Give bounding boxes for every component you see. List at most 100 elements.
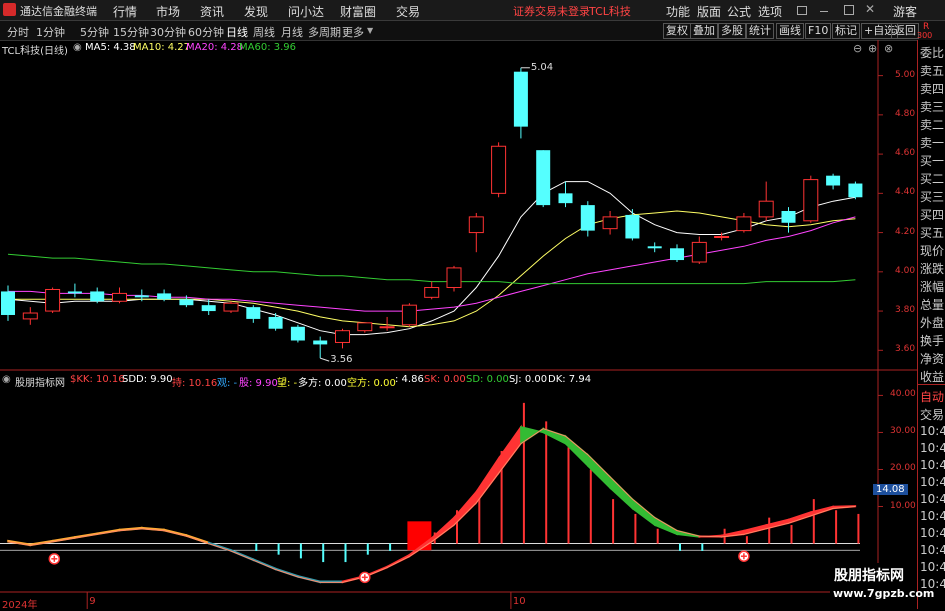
candle-body [223,302,239,312]
label-turnover: 换手 [920,334,945,348]
candle-body [290,326,305,341]
price-tick: 3.60 [895,344,916,355]
trade-login-notice[interactable]: 证券交易未登录 [513,3,590,19]
minimize-window-icon[interactable] [820,11,828,12]
menu-item-options[interactable]: 选项 [758,3,782,20]
draw-line-button[interactable]: 画线 [776,23,804,39]
mark-button[interactable]: 标记 [832,23,860,39]
label-bid5: 买五 [920,226,945,240]
candle-body [90,291,105,302]
menu-item-function[interactable]: 功能 [666,3,690,20]
tick-time: 10:48 [920,475,945,489]
tab-weekly[interactable]: 周线 [253,24,275,40]
menu-item-market[interactable]: 市场 [156,3,180,20]
legend-sd: SD: 0.00 [466,374,509,385]
label-net-assets: 净资 [920,352,945,366]
price-tick: 4.40 [895,187,916,198]
panel-divider [918,384,945,385]
menu-item-formula[interactable]: 公式 [727,3,751,20]
more-dropdown-icon[interactable]: ▼ [367,26,373,35]
tick-time: 10:48 [920,526,945,540]
legend-sk: SK: 0.00 [424,374,466,385]
tick-time: 10:48 [920,543,945,557]
candle-body [335,330,350,343]
tab-monthly[interactable]: 月线 [281,24,303,40]
tick-time: 10:48 [920,492,945,506]
menu-item-discover[interactable]: 发现 [244,3,268,20]
auto-trade-label[interactable]: 自动 [920,388,944,405]
watermark-title: 股朋指标网 [834,568,904,584]
ma-line-ma5 [7,181,856,336]
price-tick: 4.00 [895,265,916,276]
legend-hold: 持: 10.16 [172,378,218,389]
candle-body [179,299,194,306]
price-tick: 5.00 [895,69,916,80]
menu-item-ask[interactable]: 问小达 [288,3,324,20]
indicator-menu-icon[interactable]: ◉ [2,374,11,385]
candle-body [22,312,38,320]
candle-body [379,326,395,329]
tick-time: 10:48 [920,560,945,574]
tab-60min[interactable]: 60分钟 [188,24,224,40]
indicator-ribbon [787,511,812,525]
menu-item-market-quote[interactable]: 行情 [113,3,137,20]
tab-15min[interactable]: 15分钟 [113,24,149,40]
tab-intraday[interactable]: 分时 [7,24,29,40]
tab-30min[interactable]: 30分钟 [150,24,186,40]
restore-window-icon[interactable] [797,6,807,15]
indicator-tick: 30.00 [890,426,916,437]
legend-bear: 空方: 0.00 [347,378,396,389]
label-bid3: 买三 [920,190,945,204]
price-tick: 4.60 [895,148,916,159]
tick-time: 10:48 [920,509,945,523]
back-button[interactable]: 返回 [891,23,919,39]
label-ask5: 卖五 [920,64,945,78]
price-axis: 5.00 4.80 4.60 4.40 4.20 4.00 3.80 3.60 [880,56,916,386]
candle-body [803,179,819,222]
legend-stock: 股: 9.90 [239,378,278,389]
candle-body [558,193,573,204]
indicator-name[interactable]: 股朋指标网 [15,374,65,389]
period-toolbar: 分时 1分钟 5分钟 15分钟 30分钟 60分钟 日线 周线 月线 多周期 更… [0,21,945,41]
candle-body [714,236,730,239]
kline-chart[interactable] [0,40,917,609]
multi-stock-button[interactable]: 多股 [718,23,746,39]
watermark-url: www.7gpzb.com [833,587,935,600]
candle-body [736,216,752,232]
tab-more[interactable]: 更多 [342,24,364,40]
candle-body [357,322,373,332]
tab-5min[interactable]: 5分钟 [80,24,109,40]
price-tick: 3.80 [895,305,916,316]
legend-kk: $KK: 10.16 [70,374,125,385]
tab-daily[interactable]: 日线 [226,24,248,40]
statistics-button[interactable]: 统计 [746,23,774,39]
guest-user-label[interactable]: 游客 [893,3,917,20]
xaxis-label-oct: 10 [512,596,526,607]
menu-item-wealth[interactable]: 财富圈 [340,3,376,20]
indicator-tick: 10.00 [890,500,916,511]
close-window-icon[interactable]: ✕ [865,2,875,16]
tab-multi-period[interactable]: 多周期 [308,24,341,40]
tab-1min[interactable]: 1分钟 [36,24,65,40]
candle-body [134,295,149,298]
quote-side-panel: 委比 卖五 卖四 卖三 卖二 卖一 买一 买二 买三 买四 买五 现价 涨跌 涨… [917,40,945,609]
maximize-window-icon[interactable] [844,5,854,15]
menu-item-news[interactable]: 资讯 [200,3,224,20]
adjust-price-button[interactable]: 复权 [663,23,691,39]
trade-label[interactable]: 交易 [920,406,944,423]
f10-button[interactable]: F10 [805,23,832,39]
overlay-button[interactable]: 叠加 [690,23,718,39]
candle-body [112,292,127,302]
indicator-ribbon [430,515,455,544]
legend-look: 望: - [277,378,298,389]
label-outer-volume: 外盘 [920,316,945,330]
menu-item-trade[interactable]: 交易 [396,3,420,20]
candle-body [602,216,618,230]
candle-body [468,216,484,234]
menu-item-layout[interactable]: 版面 [697,3,721,20]
ma-line-ma60 [7,253,856,285]
indicator-ribbon [497,424,522,476]
app-logo-icon [3,3,16,16]
low-price-annotation: 3.56 [330,354,353,366]
candle-body [647,246,662,249]
